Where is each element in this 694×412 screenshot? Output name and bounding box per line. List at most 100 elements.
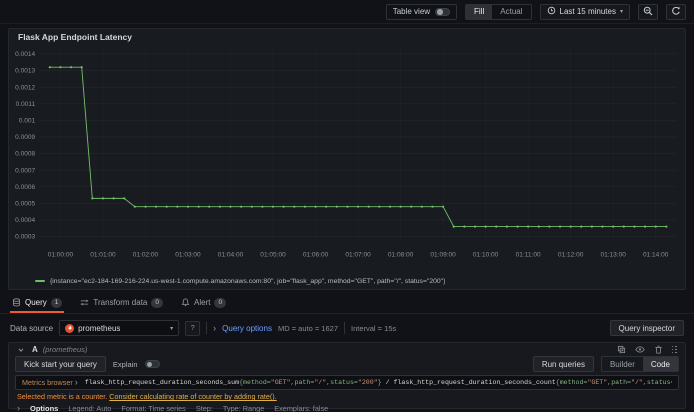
svg-text:0.001: 0.001 <box>19 117 36 124</box>
divider <box>344 322 345 334</box>
latency-chart[interactable]: 0.0003 0.0004 0.0005 0.0006 0.0007 0.0008 0.00… <box>9 43 685 276</box>
svg-text:0.0008: 0.0008 <box>15 151 35 158</box>
time-range-label: Last 15 minutes <box>559 7 616 16</box>
chevron-right-icon: › <box>213 322 217 333</box>
query-editor-card: A (prometheus) Kick start your query Exp… <box>8 342 686 412</box>
fill-actual-group: Fill Actual <box>465 3 532 20</box>
query-row-header: A (prometheus) <box>9 343 685 354</box>
chart-legend: {instance="ec2-184-169-216-224.us-west-1… <box>9 276 685 289</box>
promql-query[interactable]: flask_http_request_duration_seconds_sum{… <box>85 379 672 386</box>
add-rate-link[interactable]: Consider calculating rate of counter by … <box>109 392 276 401</box>
query-inspector-button[interactable]: Query inspector <box>609 320 684 336</box>
svg-text:0.0003: 0.0003 <box>15 234 35 241</box>
tab-query-count: 1 <box>50 297 63 308</box>
svg-text:01:02:00: 01:02:00 <box>133 251 159 258</box>
svg-text:01:11:00: 01:11:00 <box>516 251 541 258</box>
option-item: Format: Time series <box>121 404 186 412</box>
tab-alert[interactable]: Alert 0 <box>179 294 228 313</box>
tab-transform-data[interactable]: Transform data 0 <box>78 294 165 313</box>
query-options-footer: › Options Legend: Auto Format: Time serie… <box>9 402 685 412</box>
chevron-right-icon[interactable]: › <box>17 404 20 412</box>
zoom-out-icon <box>643 6 653 18</box>
hide-response-eye-button[interactable] <box>633 345 647 354</box>
legend-series-label[interactable]: {instance="ec2-184-169-216-224.us-west-1… <box>50 278 445 285</box>
tab-alert-label: Alert <box>194 298 211 307</box>
svg-text:0.0005: 0.0005 <box>15 200 35 207</box>
table-view-label: Table view <box>392 7 431 16</box>
tab-transform-count: 0 <box>151 297 163 308</box>
warning-text: Selected metric is a counter. <box>17 392 108 401</box>
clock-icon <box>547 6 556 17</box>
svg-text:01:07:00: 01:07:00 <box>345 251 371 258</box>
svg-text:01:12:00: 01:12:00 <box>558 251 584 258</box>
drag-handle[interactable] <box>670 345 680 354</box>
svg-text:01:01:00: 01:01:00 <box>90 251 116 258</box>
options-toggle[interactable]: Options <box>30 404 58 412</box>
max-data-points-summary: MD = auto = 1627 <box>277 323 338 333</box>
svg-text:01:06:00: 01:06:00 <box>303 251 329 258</box>
kick-start-query-button[interactable]: Kick start your query <box>15 356 106 372</box>
actual-button[interactable]: Actual <box>492 5 530 19</box>
interval-summary: Interval = 15s <box>351 323 397 333</box>
svg-text:01:05:00: 01:05:00 <box>260 251 286 258</box>
datasource-help-button[interactable]: ? <box>185 320 201 336</box>
builder-code-group: Builder Code <box>600 356 679 372</box>
table-view-control: Table view <box>385 3 458 20</box>
code-mode-button[interactable]: Code <box>642 357 678 371</box>
fill-button[interactable]: Fill <box>466 4 493 19</box>
explain-toggle[interactable] <box>144 360 160 368</box>
table-view-toggle[interactable] <box>435 7 451 16</box>
svg-text:01:09:00: 01:09:00 <box>430 251 456 258</box>
collapse-chevron-icon[interactable] <box>15 346 27 354</box>
transform-icon <box>80 298 89 307</box>
bell-icon <box>181 298 190 307</box>
option-item: Exemplars: false <box>274 404 329 412</box>
explain-label: Explain <box>112 359 138 369</box>
refresh-button[interactable] <box>666 3 686 20</box>
prometheus-icon <box>65 323 75 333</box>
promql-editor[interactable]: Metrics browser › flask_http_request_dur… <box>15 375 679 390</box>
svg-text:0.0013: 0.0013 <box>15 68 35 75</box>
option-item: Type: Range <box>222 404 265 412</box>
chevron-right-icon: › <box>74 377 78 387</box>
datasource-row: Data source prometheus ▾ ? › Query optio… <box>0 318 694 338</box>
editor-tabs: Query 1 Transform data 0 Alert 0 <box>0 294 694 314</box>
caret-down-icon: ▾ <box>170 325 174 332</box>
tab-transform-label: Transform data <box>93 298 148 307</box>
duplicate-query-button[interactable] <box>615 345 628 354</box>
counter-warning: Selected metric is a counter. Consider c… <box>9 391 685 402</box>
remove-query-trash-button[interactable] <box>652 345 665 354</box>
editor-toolbar: Table view Fill Actual Last 15 minutes ▾ <box>0 0 694 24</box>
svg-text:01:13:00: 01:13:00 <box>600 251 626 258</box>
database-icon <box>12 298 21 307</box>
metrics-browser-toggle[interactable]: Metrics browser › <box>22 377 78 388</box>
svg-text:0.0011: 0.0011 <box>16 101 36 108</box>
query-options-toggle[interactable]: Query options <box>222 324 272 333</box>
zoom-out-button[interactable] <box>638 3 658 20</box>
svg-text:01:14:00: 01:14:00 <box>643 251 669 258</box>
options-summary: Legend: Auto Format: Time series Step: Type… <box>68 404 328 412</box>
latency-panel: Flask App Endpoint Latency 0.0003 0.0004 0… <box>8 28 686 290</box>
builder-mode-button[interactable]: Builder <box>602 357 643 371</box>
svg-text:01:03:00: 01:03:00 <box>175 251 201 258</box>
divider <box>206 322 208 334</box>
metrics-browser-label: Metrics browser <box>22 378 73 387</box>
tab-alert-count: 0 <box>214 297 227 308</box>
datasource-picker[interactable]: prometheus ▾ <box>59 320 180 336</box>
time-range-picker[interactable]: Last 15 minutes ▾ <box>539 3 630 20</box>
svg-text:0.0012: 0.0012 <box>15 84 35 91</box>
refresh-icon <box>671 6 681 18</box>
svg-text:0.0009: 0.0009 <box>15 134 35 141</box>
query-refid: A <box>32 345 38 354</box>
svg-text:0.0006: 0.0006 <box>15 184 35 191</box>
panel-title: Flask App Endpoint Latency <box>18 32 132 42</box>
legend-series-swatch <box>35 280 45 283</box>
svg-text:01:04:00: 01:04:00 <box>218 251 244 258</box>
svg-text:0.0004: 0.0004 <box>15 217 35 224</box>
run-queries-button[interactable]: Run queries <box>532 356 594 372</box>
tab-query[interactable]: Query 1 <box>10 294 65 313</box>
svg-text:0.0007: 0.0007 <box>15 167 35 174</box>
svg-text:0.0014: 0.0014 <box>15 51 35 58</box>
option-item: Step: <box>195 404 213 412</box>
svg-text:01:08:00: 01:08:00 <box>388 251 414 258</box>
